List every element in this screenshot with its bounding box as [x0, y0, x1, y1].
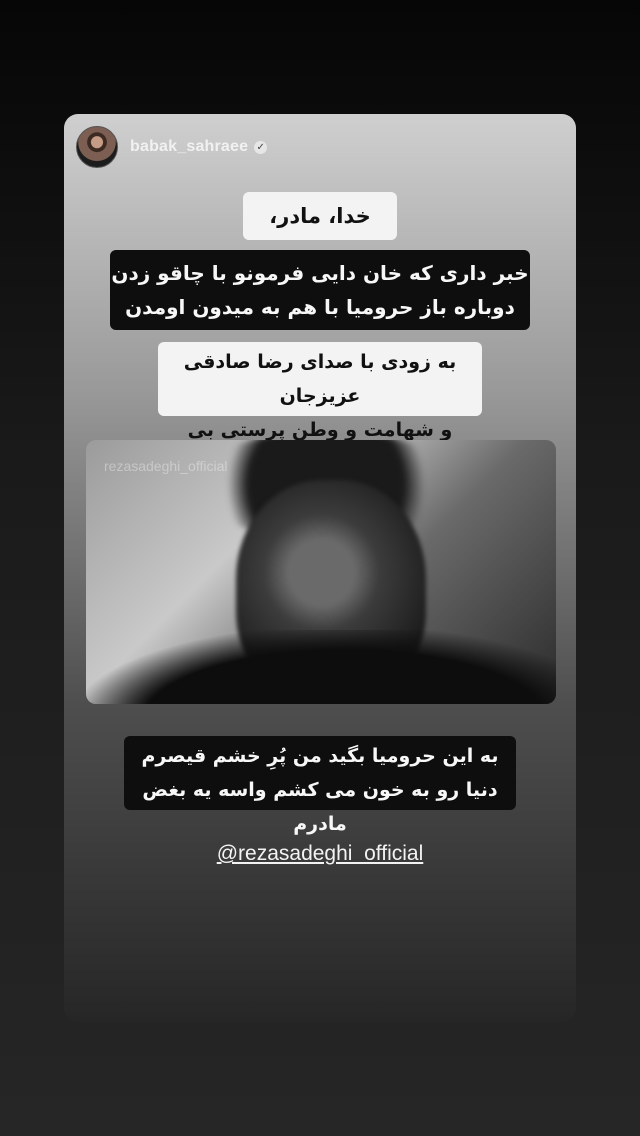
- caption-line-3: به این حرومیا بگید من پُرِ خشم قیصرم دنی…: [124, 736, 516, 835]
- mention-link[interactable]: @rezasadeghi_official: [64, 842, 576, 866]
- avatar[interactable]: [76, 126, 118, 168]
- username[interactable]: babak_sahraee: [130, 138, 248, 156]
- caption-line-2: به زودی با صدای رضا صادقی عزیزجان و شهام…: [158, 342, 482, 475]
- photo-watermark: rezasadeghi_official: [104, 458, 228, 474]
- photo-coat: [86, 630, 556, 704]
- caption-line-1: خبر داری که خان دایی فرمونو با چاقو زدن …: [110, 250, 530, 330]
- story-photo[interactable]: rezasadeghi_official: [86, 440, 556, 704]
- story-header[interactable]: babak_sahraee ✓: [76, 126, 268, 168]
- story-card: babak_sahraee ✓ خدا، مادر، وطن خبر داری …: [64, 114, 576, 1022]
- caption-title: خدا، مادر، وطن: [243, 192, 397, 276]
- verified-icon: ✓: [254, 140, 268, 154]
